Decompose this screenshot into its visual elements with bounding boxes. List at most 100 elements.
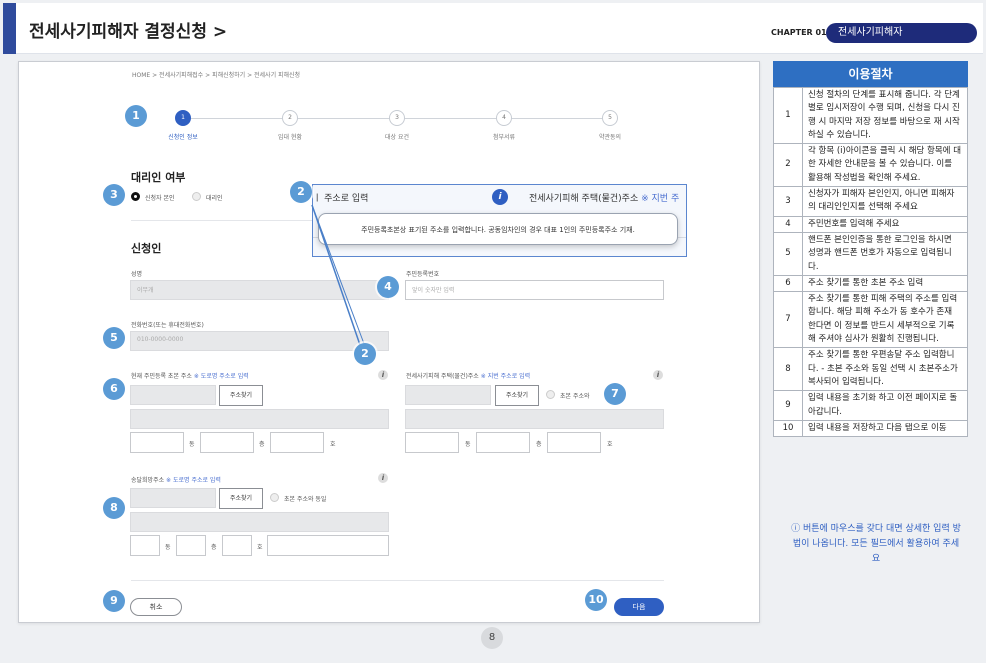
header-accent-bar	[3, 3, 16, 54]
info-icon[interactable]: i	[492, 189, 508, 205]
page-title: 전세사기피해자 결정신청 >	[29, 22, 228, 42]
marker-2: 2	[354, 343, 376, 365]
table-row: 3 신청자가 피해자 본인인지, 아니면 피해자의 대리인인지를 선택해 주세요	[773, 186, 968, 217]
unit-floor: 층	[536, 441, 542, 448]
name-field[interactable]: 이무개	[130, 280, 389, 300]
current-address-label: 현재 주민등록 초본 주소 ※ 도로명 주소로 입력	[131, 371, 249, 380]
name-value: 이무개	[137, 287, 154, 294]
unit-ho: 호	[607, 441, 613, 448]
cancel-button[interactable]: 취소	[130, 598, 182, 616]
info-icon[interactable]: i	[378, 370, 388, 380]
radio-self-label: 신청자 본인	[145, 195, 175, 202]
phone-label: 전화번호(또는 휴대전화번호)	[131, 322, 204, 329]
current-ho-field[interactable]	[270, 432, 324, 453]
row-text: 주소 찾기를 통한 피해 주택의 주소를 입력합니다. 해당 피해 주소가 동 …	[802, 291, 968, 349]
radio-agent[interactable]	[192, 192, 201, 201]
table-row: 1 신청 절차의 단계를 표시해 줍니다. 각 단계 별로 임시저장이 수행 되며…	[773, 86, 968, 145]
delivery-zip-field[interactable]	[130, 488, 216, 508]
victim-same-checkbox[interactable]	[546, 390, 555, 399]
current-dong-field[interactable]	[130, 432, 184, 453]
delivery-detail-field[interactable]	[267, 535, 389, 556]
zoom-field-label: ㅣ 주소로 입력	[313, 191, 368, 204]
next-button[interactable]: 다음	[614, 598, 664, 616]
table-row: 2각 항목 (i)아이콘을 클릭 시 해당 항목에 대한 자세한 안내문을 볼 …	[773, 143, 968, 188]
delivery-address-field[interactable]	[130, 512, 389, 532]
step-4[interactable]: 4 첨부서류	[464, 110, 544, 141]
form-screenshot: HOME > 전세사기피해접수 > 피해신청하기 > 전세사기 피해신청 1 신청…	[18, 61, 760, 623]
rrn-field[interactable]: 앞이 숫자만 입력	[405, 280, 664, 300]
step-5[interactable]: 5 약관동의	[570, 110, 650, 141]
delivery-dong-field[interactable]	[130, 535, 160, 556]
procedure-title: 이용절차	[773, 61, 968, 87]
applicant-section-title: 신청인	[131, 242, 162, 255]
row-number: 8	[773, 347, 803, 392]
table-row: 5 핸드폰 본인인증을 통한 로그인을 하시면 성명과 핸드폰 번호가 자동으로 …	[773, 231, 968, 276]
zoom-right-label-text: 전세사기피해 주택(물건)주소	[529, 194, 639, 204]
delivery-floor-field[interactable]	[176, 535, 206, 556]
radio-self[interactable]	[131, 192, 140, 201]
info-tooltip: 주민등록초본상 표기된 주소를 입력합니다. 공동임차인의 경우 대표 1인의 …	[318, 213, 678, 245]
table-row: 7 주소 찾기를 통한 피해 주택의 주소를 입력합니다. 해당 피해 주소가 동…	[773, 291, 968, 349]
row-number: 2	[773, 143, 803, 188]
table-row: 9 입력 내용을 초기화 하고 이전 페이지로 돌아갑니다.	[773, 390, 968, 421]
delivery-address-label: 송달희망주소 ※ 도로명 주소로 입력	[131, 475, 221, 484]
marker-8: 8	[103, 497, 125, 519]
zoom-right-label: 전세사기피해 주택(물건)주소 ※ 지번 주	[529, 191, 679, 204]
divider	[131, 580, 664, 581]
zoom-label-prefix: ㅣ	[313, 194, 322, 204]
breadcrumb[interactable]: HOME > 전세사기피해접수 > 피해신청하기 > 전세사기 피해신청	[132, 70, 300, 79]
unit-dong: 동	[189, 441, 195, 448]
step-5-dot: 5	[602, 110, 618, 126]
table-row: 8 주소 찾기를 통한 우편송달 주소 입력합니다. - 초본 주소와 동일 선택…	[773, 347, 968, 392]
marker-5: 5	[103, 327, 125, 349]
row-text: 입력 내용을 저장하고 다음 탭으로 이동	[802, 419, 968, 438]
delivery-find-address-button[interactable]: 주소찾기	[219, 488, 263, 509]
delivery-address-hint[interactable]: ※ 도로명 주소로 입력	[166, 477, 221, 484]
step-2[interactable]: 2 임대 현황	[250, 110, 330, 141]
step-2-label: 임대 현황	[278, 134, 302, 141]
row-text: 신청 절차의 단계를 표시해 줍니다. 각 단계 별로 임시저장이 수행 되며,…	[802, 86, 968, 145]
row-text: 핸드폰 본인인증을 통한 로그인을 하시면 성명과 핸드폰 번호가 자동으로 입…	[802, 231, 968, 276]
victim-dong-field[interactable]	[405, 432, 459, 453]
current-address-label-text: 현재 주민등록 초본 주소	[131, 373, 192, 380]
current-find-address-button[interactable]: 주소찾기	[219, 385, 263, 406]
row-text: 입력 내용을 초기화 하고 이전 페이지로 돌아갑니다.	[802, 390, 968, 421]
victim-floor-field[interactable]	[476, 432, 530, 453]
info-icon[interactable]: i	[653, 370, 663, 380]
delivery-ho-field[interactable]	[222, 535, 252, 556]
table-row: 4 주민번호를 입력해 주세요	[773, 215, 968, 233]
step-3[interactable]: 3 대상 요건	[357, 110, 437, 141]
row-number: 9	[773, 390, 803, 421]
victim-address-field[interactable]	[405, 409, 664, 429]
step-3-label: 대상 요건	[385, 134, 409, 141]
row-number: 10	[773, 419, 803, 438]
marker-3: 3	[103, 184, 125, 206]
current-address-hint[interactable]: ※ 도로명 주소로 입력	[194, 373, 249, 380]
victim-address-label: 전세사기피해 주택(물건)주소 ※ 지번 주소로 입력	[406, 371, 530, 380]
row-number: 4	[773, 215, 803, 233]
unit-ho: 호	[257, 544, 263, 551]
current-zip-field[interactable]	[130, 385, 216, 405]
row-text: 주민번호를 입력해 주세요	[802, 215, 968, 233]
current-address-field[interactable]	[130, 409, 389, 429]
rrn-label: 주민등록번호	[406, 271, 440, 278]
current-floor-field[interactable]	[200, 432, 254, 453]
row-number: 3	[773, 186, 803, 217]
page-number: 8	[481, 627, 503, 649]
delivery-same-checkbox[interactable]	[270, 493, 279, 502]
victim-find-address-button[interactable]: 주소찾기	[495, 385, 539, 406]
radio-agent-label: 대리인	[206, 195, 223, 202]
marker-1: 1	[125, 105, 147, 127]
victim-ho-field[interactable]	[547, 432, 601, 453]
victim-zip-field[interactable]	[405, 385, 491, 405]
step-4-label: 첨부서류	[492, 134, 516, 141]
manual-page: 전세사기피해자 결정신청 > CHAPTER 01 전세사기피해자 HOME >…	[0, 0, 986, 663]
info-icon[interactable]: i	[378, 473, 388, 483]
marker-10: 10	[585, 589, 607, 611]
rrn-placeholder: 앞이 숫자만 입력	[412, 287, 455, 294]
chapter-label: CHAPTER 01	[771, 28, 827, 37]
unit-floor: 층	[259, 441, 265, 448]
victim-address-hint[interactable]: ※ 지번 주소로 입력	[481, 373, 530, 380]
phone-field[interactable]: 010-0000-0000	[130, 331, 389, 351]
step-1[interactable]: 1 신청인 정보	[143, 110, 223, 141]
